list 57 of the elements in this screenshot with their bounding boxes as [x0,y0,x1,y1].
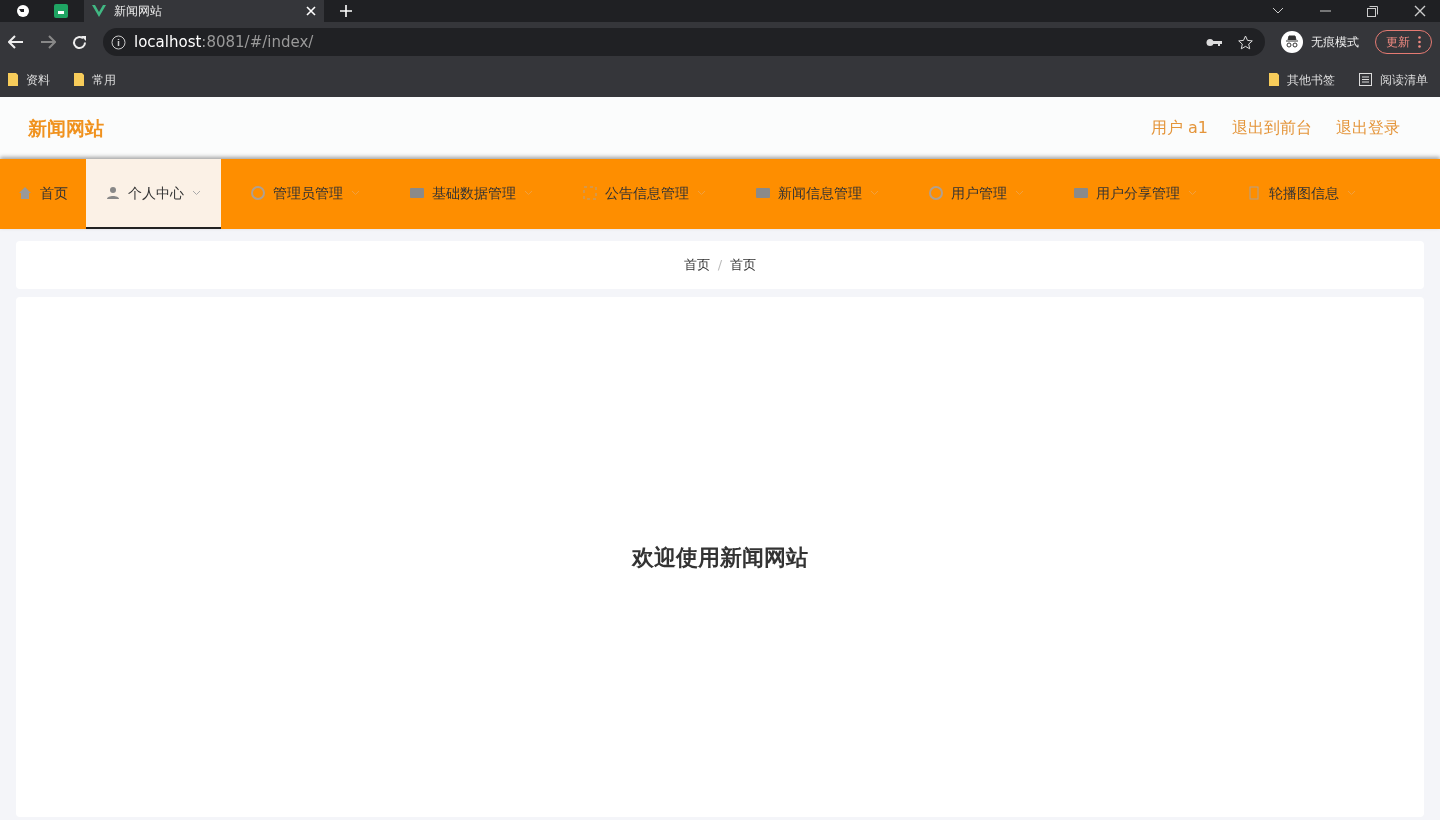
bookmark[interactable]: 常用 [74,70,116,89]
square-icon [1074,186,1088,200]
reload-icon[interactable] [72,34,87,50]
nav-tab[interactable]: 用户分享管理 [1054,159,1217,229]
breadcrumb-separator: / [717,256,723,275]
incognito-icon [1281,31,1303,53]
browser-tab[interactable]: 新闻网站 [84,0,324,22]
square-icon [410,186,424,200]
nav-tab[interactable]: 管理员管理 [231,159,380,229]
breadcrumb-item[interactable]: 首页 [683,255,710,275]
nav-tab[interactable]: 个人中心 [86,159,221,229]
incognito-indicator[interactable]: 无痕模式 [1281,31,1359,53]
nav-tab[interactable]: 轮播图信息 [1227,159,1376,229]
forward-icon[interactable] [40,35,56,49]
nav-tab[interactable]: 首页 [0,159,86,229]
restore-icon[interactable] [1367,5,1378,17]
back-icon[interactable] [8,35,24,49]
breadcrumb-item: 首页 [730,256,757,275]
nav-tab[interactable]: 基础数据管理 [390,159,553,229]
person-icon [106,186,120,200]
tab-title: 新闻网站 [114,3,163,20]
chevron-down-icon [192,190,201,196]
nav-tab[interactable]: 公告信息管理 [563,159,726,229]
home-icon [18,186,32,200]
circle-icon [929,186,943,200]
chevron-down-icon [1347,190,1356,196]
site-title: 新闻网站 [27,115,104,141]
chevron-down-icon [351,190,360,196]
chevron-down-icon [1015,190,1024,196]
folder-icon [1269,73,1279,86]
folder-icon [8,73,18,86]
v-logo-icon [92,5,106,17]
dashed-square-icon [583,186,597,200]
chevron-down-icon [524,190,533,196]
url-text: localhost:8081/#/index/ [134,31,314,53]
address-bar[interactable]: localhost:8081/#/index/ [103,28,1265,56]
kebab-menu-icon [1418,36,1421,48]
folder-icon [74,73,84,86]
info-icon[interactable] [111,34,126,50]
square-icon [756,186,770,200]
close-icon[interactable] [1414,5,1426,17]
other-bookmarks[interactable]: 其他书签 [1269,70,1335,89]
document-icon [1247,186,1261,200]
new-tab-icon[interactable] [340,5,352,17]
chevron-down-icon [870,190,879,196]
nav-tab[interactable]: 新闻信息管理 [736,159,899,229]
reading-list[interactable]: 阅读清单 [1359,70,1428,89]
nav-tab[interactable]: 用户管理 [909,159,1044,229]
key-icon[interactable] [1206,37,1222,47]
chevron-down-icon [697,190,706,196]
circle-icon [251,186,265,200]
welcome-heading: 欢迎使用新闻网站 [632,543,808,572]
chevron-down-icon [1188,190,1197,196]
list-icon [1359,73,1372,86]
star-icon[interactable] [1238,34,1253,50]
chevron-down-icon[interactable] [1272,7,1284,15]
bookmark[interactable]: 资料 [8,70,50,89]
